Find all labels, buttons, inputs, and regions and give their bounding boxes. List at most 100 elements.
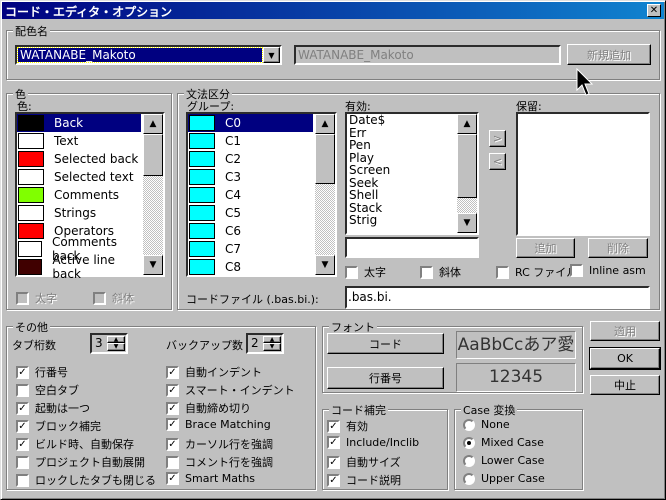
scroll-down-icon[interactable]: ▼ bbox=[315, 255, 335, 275]
option-checkbox[interactable]: ✓ ビルド時、自動保存 bbox=[16, 436, 134, 452]
color-list-item[interactable]: Selected back bbox=[17, 150, 141, 168]
checkbox-box[interactable]: ✓ bbox=[166, 418, 179, 431]
scroll-up-icon[interactable]: ▲ bbox=[457, 114, 477, 134]
checkbox-box[interactable]: ✓ bbox=[16, 365, 29, 379]
checkbox-box[interactable]: ✓ bbox=[16, 437, 29, 451]
add-keyword-button[interactable]: 追加 bbox=[516, 238, 575, 258]
option-checkbox[interactable]: ✓ Brace Matching bbox=[166, 418, 271, 431]
case-radio[interactable]: None bbox=[463, 418, 510, 431]
scrollbar[interactable]: ▲ ▼ bbox=[315, 114, 335, 275]
radio-button[interactable] bbox=[463, 436, 475, 449]
completion-checkbox[interactable]: ✓ Include/Inclib bbox=[327, 436, 419, 449]
checkbox-box[interactable]: ✓ bbox=[166, 437, 179, 451]
scheme-name-field[interactable]: WATANABE_Makoto bbox=[294, 45, 561, 65]
keyword-input[interactable] bbox=[345, 237, 479, 258]
option-checkbox[interactable]: ✓ 行番号 bbox=[16, 364, 68, 380]
scrollbar[interactable]: ▲ ▼ bbox=[457, 114, 477, 233]
scroll-thumb[interactable] bbox=[315, 134, 335, 184]
option-checkbox[interactable]: ロックしたタブも閉じる bbox=[16, 472, 156, 488]
completion-checkbox[interactable]: ✓ 有効 bbox=[327, 418, 368, 434]
case-radio[interactable]: Lower Case bbox=[463, 454, 544, 467]
option-checkbox[interactable]: プロジェクト自動展開 bbox=[16, 454, 145, 470]
checkbox-box[interactable] bbox=[166, 455, 179, 469]
checkbox-box[interactable]: ✓ bbox=[166, 383, 179, 397]
option-checkbox[interactable]: ✓ ブロック補完 bbox=[16, 418, 101, 434]
color-list-item[interactable]: Strings bbox=[17, 204, 141, 222]
radio-button[interactable] bbox=[463, 472, 475, 485]
checkbox-box[interactable] bbox=[16, 473, 29, 487]
reserved-keyword-list[interactable] bbox=[516, 112, 650, 236]
scheme-combobox[interactable]: WATANABE_Makoto ▼ bbox=[15, 45, 282, 65]
option-checkbox[interactable]: ✓ 自動締め切り bbox=[166, 400, 251, 416]
option-checkbox[interactable]: ✓ Smart Maths bbox=[166, 472, 255, 485]
radio-button[interactable] bbox=[463, 418, 475, 431]
option-checkbox[interactable]: ✓ カーソル行を強調 bbox=[166, 436, 273, 452]
group-list-item[interactable]: C6 bbox=[188, 222, 313, 240]
checkbox-box[interactable]: ✓ bbox=[166, 365, 179, 379]
color-bold-checkbox[interactable]: 太字 bbox=[16, 290, 57, 306]
group-list-item[interactable]: C3 bbox=[188, 168, 313, 186]
group-list-item[interactable]: C5 bbox=[188, 204, 313, 222]
scroll-down-icon[interactable]: ▼ bbox=[143, 255, 163, 275]
keyword-list-item[interactable]: Date$ bbox=[347, 114, 457, 127]
syntax-group-list[interactable]: C0 C1 C2 C3 C4 C5 C6 C7 C8 ▲ ▼ bbox=[186, 112, 337, 277]
completion-checkbox[interactable]: ✓ 自動サイズ bbox=[327, 454, 401, 470]
syntax-bold-checkbox[interactable]: 太字 bbox=[345, 264, 386, 280]
checkbox-box[interactable]: ✓ bbox=[327, 455, 340, 469]
scroll-thumb[interactable] bbox=[143, 134, 163, 176]
keyword-list-item[interactable]: Shell bbox=[347, 189, 457, 202]
scroll-thumb[interactable] bbox=[457, 134, 477, 198]
move-right-button[interactable]: > bbox=[489, 130, 506, 147]
completion-checkbox[interactable]: ✓ コード説明 bbox=[327, 472, 401, 488]
keyword-list-item[interactable]: Pen bbox=[347, 139, 457, 152]
option-checkbox[interactable]: ✓ 起動は一つ bbox=[16, 400, 90, 416]
group-list-item[interactable]: C8 bbox=[188, 258, 313, 276]
keyword-list-item[interactable]: Strig bbox=[347, 214, 457, 227]
keyword-list-item[interactable]: Screen bbox=[347, 164, 457, 177]
checkbox-box[interactable]: ✓ bbox=[16, 401, 29, 415]
option-checkbox[interactable]: コメント行を強調 bbox=[166, 454, 273, 470]
new-add-button[interactable]: 新規追加 bbox=[567, 44, 651, 65]
scrollbar[interactable]: ▲ ▼ bbox=[143, 114, 163, 275]
scroll-down-icon[interactable]: ▼ bbox=[457, 213, 477, 233]
color-list-item[interactable]: Back bbox=[17, 114, 141, 132]
color-list-item[interactable]: Text bbox=[17, 132, 141, 150]
color-list-item[interactable]: Selected text bbox=[17, 168, 141, 186]
checkbox-box[interactable] bbox=[16, 383, 29, 397]
color-list[interactable]: Back Text Selected back Selected text Commen… bbox=[15, 112, 165, 281]
backup-count-stepper[interactable]: 2 ▲ ▼ bbox=[246, 333, 284, 354]
checkbox-box[interactable] bbox=[16, 455, 29, 469]
color-list-item[interactable]: Active line back bbox=[17, 253, 141, 281]
apply-button[interactable]: 適用 bbox=[590, 321, 660, 341]
line-number-font-button[interactable]: 行番号 bbox=[327, 367, 444, 389]
option-checkbox[interactable]: 空白タブ bbox=[16, 382, 79, 398]
group-list-item[interactable]: C2 bbox=[188, 150, 313, 168]
syntax-italic-checkbox[interactable]: 斜体 bbox=[420, 264, 461, 280]
color-italic-checkbox[interactable]: 斜体 bbox=[93, 290, 134, 306]
tab-width-stepper[interactable]: 3 ▲ ▼ bbox=[90, 333, 128, 354]
group-list-item[interactable]: C4 bbox=[188, 186, 313, 204]
rc-file-checkbox[interactable]: RC ファイル bbox=[496, 264, 577, 280]
enabled-keyword-list[interactable]: Date$ Err Pen Play Screen Seek Shell Stack Strig… bbox=[345, 112, 479, 235]
scroll-up-icon[interactable]: ▲ bbox=[315, 114, 335, 134]
code-file-input[interactable]: .bas.bi. bbox=[345, 286, 650, 309]
inline-asm-checkbox[interactable]: Inline asm bbox=[570, 264, 646, 277]
option-checkbox[interactable]: ✓ 自動インデント bbox=[166, 364, 262, 380]
checkbox-box[interactable]: ✓ bbox=[16, 419, 29, 433]
code-font-button[interactable]: コード bbox=[327, 333, 444, 354]
move-left-button[interactable]: < bbox=[489, 153, 506, 170]
color-list-item[interactable]: Comments bbox=[17, 186, 141, 204]
option-checkbox[interactable]: ✓ スマート・インデント bbox=[166, 382, 295, 398]
case-radio[interactable]: Upper Case bbox=[463, 472, 545, 485]
group-list-item[interactable]: C7 bbox=[188, 240, 313, 258]
chevron-down-icon[interactable]: ▼ bbox=[263, 47, 280, 63]
group-list-item[interactable]: C1 bbox=[188, 132, 313, 150]
checkbox-box[interactable]: ✓ bbox=[327, 473, 340, 487]
close-button[interactable]: ✕ bbox=[647, 4, 661, 17]
radio-button[interactable] bbox=[463, 454, 475, 467]
checkbox-box[interactable]: ✓ bbox=[327, 419, 340, 433]
ok-button[interactable]: OK bbox=[589, 347, 661, 370]
delete-keyword-button[interactable]: 削除 bbox=[588, 238, 648, 258]
checkbox-box[interactable]: ✓ bbox=[166, 472, 179, 485]
checkbox-box[interactable]: ✓ bbox=[327, 436, 340, 449]
